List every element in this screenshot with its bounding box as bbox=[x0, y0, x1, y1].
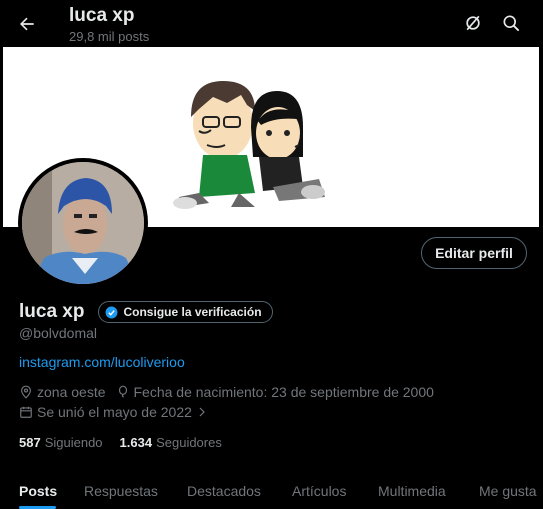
balloon-icon bbox=[118, 385, 127, 398]
arrow-left-icon bbox=[20, 17, 34, 31]
tab-highlights[interactable]: Destacados bbox=[187, 483, 261, 499]
user-handle: @bolvdomal bbox=[19, 325, 98, 341]
location-text: zona oeste bbox=[37, 384, 106, 400]
tab-replies[interactable]: Respuestas bbox=[84, 483, 158, 499]
back-button[interactable] bbox=[14, 11, 40, 37]
top-bar: luca xp 29,8 mil posts bbox=[0, 0, 543, 47]
location-pin-icon bbox=[21, 385, 31, 399]
followers-link[interactable]: 1.634 Seguidores bbox=[120, 435, 222, 450]
avatar-photo bbox=[22, 162, 144, 284]
search-icon bbox=[503, 15, 519, 32]
joined-item[interactable]: Se unió el mayo de 2022 bbox=[19, 404, 212, 420]
page-title: luca xp bbox=[69, 5, 135, 26]
get-verified-button[interactable]: Consigue la verificación bbox=[98, 301, 273, 323]
birthday-item: Fecha de nacimiento: 23 de septiembre de… bbox=[116, 384, 434, 400]
chevron-right-icon bbox=[199, 407, 205, 417]
name-row: luca xp Consigue la verificación bbox=[19, 301, 273, 323]
avatar[interactable] bbox=[18, 158, 148, 288]
birthday-text: Fecha de nacimiento: 23 de septiembre de… bbox=[133, 384, 434, 400]
following-link[interactable]: 587 Siguiendo bbox=[19, 435, 103, 450]
website-link[interactable]: instagram.com/lucoliverioo bbox=[19, 354, 185, 370]
search-button[interactable] bbox=[499, 11, 523, 35]
posts-count: 29,8 mil posts bbox=[69, 29, 150, 44]
header-title-block: luca xp 29,8 mil posts bbox=[69, 5, 149, 45]
grok-button[interactable] bbox=[461, 11, 485, 35]
profile-tabs: Posts Respuestas Destacados Artículos Mu… bbox=[0, 470, 543, 509]
location-item: zona oeste bbox=[19, 384, 106, 400]
profile-meta-row: zona oeste Fecha de nacimiento: 23 de se… bbox=[19, 384, 444, 400]
tab-articles[interactable]: Artículos bbox=[292, 483, 346, 499]
joined-row[interactable]: Se unió el mayo de 2022 bbox=[19, 404, 222, 420]
tab-likes[interactable]: Me gusta bbox=[479, 483, 537, 499]
following-label: Siguiendo bbox=[44, 435, 103, 450]
edit-profile-button[interactable]: Editar perfil bbox=[421, 237, 527, 269]
follow-stats: 587 Siguiendo 1.634 Seguidores bbox=[19, 435, 239, 450]
following-count: 587 bbox=[19, 435, 41, 450]
grok-icon bbox=[466, 15, 480, 31]
avatar-image bbox=[22, 162, 144, 284]
followers-count: 1.634 bbox=[119, 435, 153, 450]
followers-label: Seguidores bbox=[156, 435, 222, 450]
joined-text: Se unió el mayo de 2022 bbox=[37, 404, 192, 420]
get-verified-label: Consigue la verificación bbox=[123, 305, 262, 319]
calendar-icon bbox=[20, 406, 32, 418]
display-name: luca xp bbox=[19, 301, 85, 322]
tab-media[interactable]: Multimedia bbox=[378, 483, 446, 499]
mii-girl-figure bbox=[251, 91, 325, 201]
tab-posts[interactable]: Posts bbox=[19, 483, 57, 499]
verified-badge-icon bbox=[106, 306, 118, 318]
mii-boy-figure bbox=[173, 81, 255, 209]
